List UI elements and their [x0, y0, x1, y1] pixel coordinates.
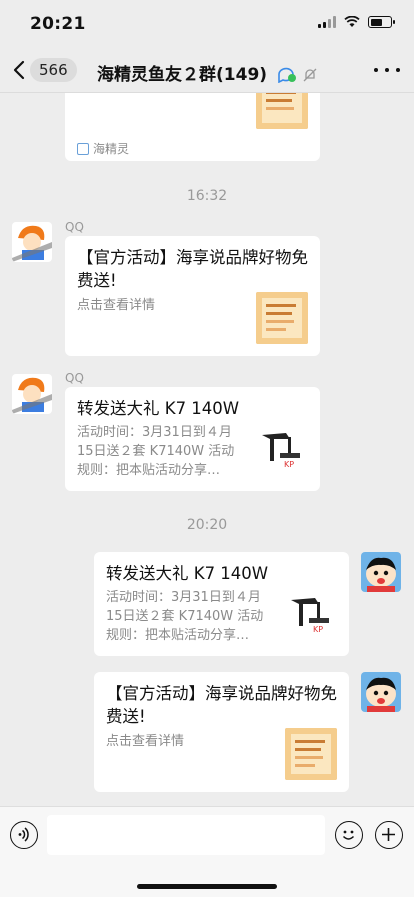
status-time: 20:21: [30, 14, 86, 34]
card-description: 点击查看详情: [77, 298, 156, 313]
emoji-icon: [342, 830, 355, 840]
more-options-button[interactable]: [374, 60, 400, 80]
sender-name: QQ: [65, 220, 84, 234]
timestamp: 20:20: [186, 517, 228, 533]
card-title: 【官方活动】海享说品牌好物免费送!: [77, 248, 308, 290]
cellular-signal-icon: [318, 16, 336, 28]
battery-icon: [368, 16, 395, 28]
card-source: 海精灵: [77, 140, 129, 157]
message-card[interactable]: 【官方活动】海享说品牌好物免费送! 点击查看详情: [65, 236, 320, 356]
message-input[interactable]: [47, 815, 325, 855]
message-card-own[interactable]: 【官方活动】海享说品牌好物免费送! 点击查看详情: [94, 672, 349, 792]
svg-text:KP: KP: [313, 625, 323, 634]
link-thumbnail: [256, 292, 308, 344]
chat-messages[interactable]: 海精灵 16:32 QQ 【官方活动】海享说品牌好物免费送! 点击查看详情 QQ…: [0, 93, 414, 806]
card-title: 【官方活动】海享说品牌好物免费送!: [106, 684, 337, 726]
timestamp: 16:32: [186, 188, 228, 204]
input-bar: [0, 806, 414, 897]
card-description: 点击查看详情: [106, 734, 185, 749]
card-source-label: 海精灵: [93, 142, 130, 156]
avatar[interactable]: [361, 672, 401, 712]
more-functions-button[interactable]: [375, 821, 403, 849]
voice-icon: [18, 827, 29, 842]
link-thumbnail: KP: [256, 427, 308, 479]
message-card-partial[interactable]: 海精灵: [65, 93, 320, 161]
avatar[interactable]: [361, 552, 401, 592]
message-card-own[interactable]: 转发送大礼 K7 140W 活动时间：3月31日到４月15日送２套 K7140W…: [94, 552, 349, 656]
mute-notifications-icon: [303, 68, 317, 82]
plus-icon: [382, 828, 395, 841]
avatar[interactable]: [12, 374, 52, 414]
link-thumbnail: KP: [285, 592, 337, 644]
group-chat-icon: [278, 67, 296, 83]
home-indicator: [137, 884, 277, 889]
source-app-icon: [77, 142, 89, 155]
link-thumbnail: [285, 728, 337, 780]
card-title: 转发送大礼 K7 140W: [106, 564, 269, 583]
card-description: 活动时间：3月31日到４月15日送２套 K7140W 活动规则：把本贴活动分享…: [77, 425, 235, 478]
avatar[interactable]: [12, 222, 52, 262]
chat-title: 海精灵鱼友２群(149): [0, 60, 414, 85]
sender-name: QQ: [65, 371, 84, 385]
status-bar: 20:21: [0, 0, 414, 48]
card-description: 活动时间：3月31日到４月15日送２套 K7140W 活动规则：把本贴活动分享…: [106, 590, 264, 643]
emoji-button[interactable]: [335, 821, 363, 849]
message-card[interactable]: 转发送大礼 K7 140W 活动时间：3月31日到４月15日送２套 K7140W…: [65, 387, 320, 491]
wifi-icon: [344, 16, 360, 27]
voice-input-button[interactable]: [10, 821, 38, 849]
link-thumbnail: [256, 93, 308, 129]
status-icons: [318, 16, 395, 28]
chat-title-text: 海精灵鱼友２群(149): [97, 65, 268, 85]
card-title: 转发送大礼 K7 140W: [77, 399, 240, 418]
svg-text:KP: KP: [284, 460, 294, 469]
chat-header: 566 海精灵鱼友２群(149): [0, 48, 414, 93]
